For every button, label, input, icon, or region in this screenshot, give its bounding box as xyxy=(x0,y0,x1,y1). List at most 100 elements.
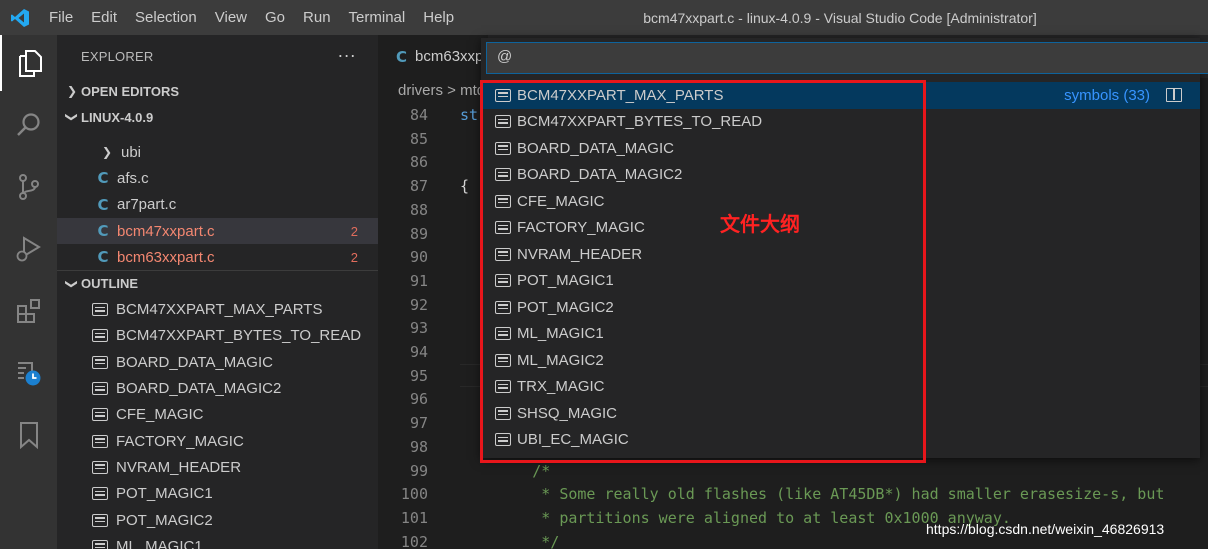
symbol-item[interactable]: BCM47XXPART_MAX_PARTS symbols (33) xyxy=(481,82,1200,109)
outline-item[interactable]: CFE_MAGIC xyxy=(57,402,378,428)
run-debug-icon[interactable] xyxy=(0,221,57,277)
symbol-item[interactable]: ML_MAGIC1 xyxy=(481,321,1200,348)
symbol-item-label: ML_MAGIC2 xyxy=(517,351,604,369)
symbol-constant-icon xyxy=(495,168,511,182)
symbol-item[interactable]: CFE_MAGIC xyxy=(481,188,1200,215)
tree-item-label: bcm63xxpart.c xyxy=(117,248,215,266)
quick-open-input[interactable]: @ xyxy=(486,42,1208,74)
menu-go[interactable]: Go xyxy=(256,0,294,35)
line-number: 102 xyxy=(400,532,428,549)
bookmark-icon[interactable] xyxy=(0,407,57,463)
more-actions-icon[interactable]: ··· xyxy=(337,45,356,66)
symbol-constant-icon xyxy=(495,353,511,367)
outline-item[interactable]: NVRAM_HEADER xyxy=(57,454,378,480)
tree-item-ubi[interactable]: ❯ ubi xyxy=(57,139,378,165)
symbol-constant-icon xyxy=(92,460,108,474)
timeline-icon[interactable] xyxy=(0,345,57,401)
outline-item-label: BOARD_DATA_MAGIC2 xyxy=(116,380,282,398)
symbol-item-label: BCM47XXPART_BYTES_TO_READ xyxy=(517,113,763,131)
tree-item-bcm63xxpart[interactable]: C bcm63xxpart.c 2 xyxy=(57,244,378,270)
symbol-item[interactable]: BOARD_DATA_MAGIC xyxy=(481,135,1200,162)
symbol-item[interactable]: NVRAM_HEADER xyxy=(481,241,1200,268)
line-number: 98 xyxy=(409,437,428,456)
symbol-constant-icon xyxy=(495,433,511,447)
symbol-constant-icon xyxy=(495,194,511,208)
symbol-constant-icon xyxy=(495,115,511,129)
outline-item-label: CFE_MAGIC xyxy=(116,406,204,424)
symbol-item-label: BOARD_DATA_MAGIC xyxy=(517,139,674,157)
symbol-constant-icon xyxy=(495,406,511,420)
symbol-item-label: NVRAM_HEADER xyxy=(517,245,643,263)
line-number: 86 xyxy=(409,153,428,172)
annotation-label: 文件大纲 xyxy=(720,212,800,236)
tree-item-label: ar7part.c xyxy=(117,196,177,214)
open-editors-section[interactable]: ❯ OPEN EDITORS xyxy=(57,78,378,104)
line-number: 91 xyxy=(409,271,428,290)
tree-item-ar7part[interactable]: C ar7part.c xyxy=(57,192,378,218)
menu-edit[interactable]: Edit xyxy=(82,0,126,35)
symbol-item[interactable]: BCM47XXPART_BYTES_TO_READ xyxy=(481,109,1200,136)
open-to-side-icon[interactable] xyxy=(1166,88,1182,102)
symbol-constant-icon xyxy=(495,247,511,261)
code-text: */ xyxy=(460,532,560,549)
tree-item-bcm47xxpart[interactable]: C bcm47xxpart.c 2 xyxy=(57,217,378,245)
editor-tab[interactable]: C bcm63xxpart.c xyxy=(378,35,488,78)
tree-item-afs[interactable]: C afs.c xyxy=(57,165,378,191)
symbol-constant-icon xyxy=(92,408,108,422)
line-number: 87 xyxy=(409,177,428,196)
line-number: 97 xyxy=(409,414,428,433)
outline-item[interactable]: BOARD_DATA_MAGIC2 xyxy=(57,375,378,401)
symbol-item[interactable]: POT_MAGIC1 xyxy=(481,268,1200,295)
explorer-header: EXPLORER ··· xyxy=(57,35,378,78)
explorer-title: EXPLORER xyxy=(81,49,154,64)
line-number: 100 xyxy=(400,485,428,504)
tree-item-label: ubi xyxy=(121,143,142,161)
extensions-icon[interactable] xyxy=(0,283,57,339)
symbol-item[interactable]: POT_MAGIC2 xyxy=(481,294,1200,321)
outline-item[interactable]: BCM47XXPART_MAX_PARTS xyxy=(57,296,378,322)
symbol-item[interactable]: ML_MAGIC2 xyxy=(481,347,1200,374)
symbol-item[interactable]: SHSQ_MAGIC xyxy=(481,400,1200,427)
symbol-constant-icon xyxy=(92,539,108,549)
menu-run[interactable]: Run xyxy=(294,0,340,35)
watermark: https://blog.csdn.net/weixin_46826913 xyxy=(926,521,1165,537)
outline-item[interactable]: BCM47XXPART_BYTES_TO_READ xyxy=(57,323,378,349)
outline-item[interactable]: POT_MAGIC1 xyxy=(57,481,378,507)
code-line: 100 * Some really old flashes (like AT45… xyxy=(378,483,1208,506)
menu-terminal[interactable]: Terminal xyxy=(340,0,415,35)
folder-label: LINUX-4.0.9 xyxy=(81,109,154,125)
outline-item-label: BOARD_DATA_MAGIC xyxy=(116,353,273,371)
c-file-icon: C xyxy=(97,195,109,214)
symbol-item[interactable]: FACTORY_MAGIC xyxy=(481,215,1200,242)
source-control-icon[interactable] xyxy=(0,159,57,215)
outline-section[interactable]: ❯ OUTLINE xyxy=(57,270,378,296)
title-bar: File Edit Selection View Go Run Terminal… xyxy=(0,0,1208,35)
line-number: 90 xyxy=(409,248,428,267)
symbol-item[interactable]: TRX_MAGIC xyxy=(481,374,1200,401)
open-editors-label: OPEN EDITORS xyxy=(81,83,180,99)
line-number: 95 xyxy=(409,366,428,385)
explorer-icon[interactable] xyxy=(0,35,57,91)
code-text: * Some really old flashes (like AT45DB*)… xyxy=(460,485,1165,504)
outline-item[interactable]: BOARD_DATA_MAGIC xyxy=(57,349,378,375)
search-icon[interactable] xyxy=(0,97,57,153)
menu-selection[interactable]: Selection xyxy=(126,0,206,35)
symbol-constant-icon xyxy=(92,487,108,501)
outline-item[interactable]: FACTORY_MAGIC xyxy=(57,428,378,454)
line-number: 84 xyxy=(409,106,428,124)
symbol-item[interactable]: BOARD_DATA_MAGIC2 xyxy=(481,162,1200,189)
window-title: bcm47xxpart.c - linux-4.0.9 - Visual Stu… xyxy=(643,10,1037,26)
quick-open-widget: @ BCM47XXPART_MAX_PARTS symbols (33) BCM47… xyxy=(481,38,1208,458)
line-number: 99 xyxy=(409,461,428,480)
symbol-item[interactable]: UBI_EC_MAGIC xyxy=(481,427,1200,454)
outline-item[interactable]: POT_MAGIC2 xyxy=(57,507,378,533)
menu-view[interactable]: View xyxy=(206,0,256,35)
chevron-down-icon: ❯ xyxy=(65,278,79,290)
outline-item[interactable]: ML_MAGIC1 xyxy=(57,533,378,549)
explorer-sidebar: EXPLORER ··· ❯ OPEN EDITORS ❯ LINUX-4.0.… xyxy=(57,35,378,549)
line-number: 88 xyxy=(409,200,428,219)
folder-section[interactable]: ❯ LINUX-4.0.9 xyxy=(57,104,378,130)
menu-help[interactable]: Help xyxy=(414,0,463,35)
menu-file[interactable]: File xyxy=(40,0,82,35)
symbol-item-label: BCM47XXPART_MAX_PARTS xyxy=(517,86,724,104)
